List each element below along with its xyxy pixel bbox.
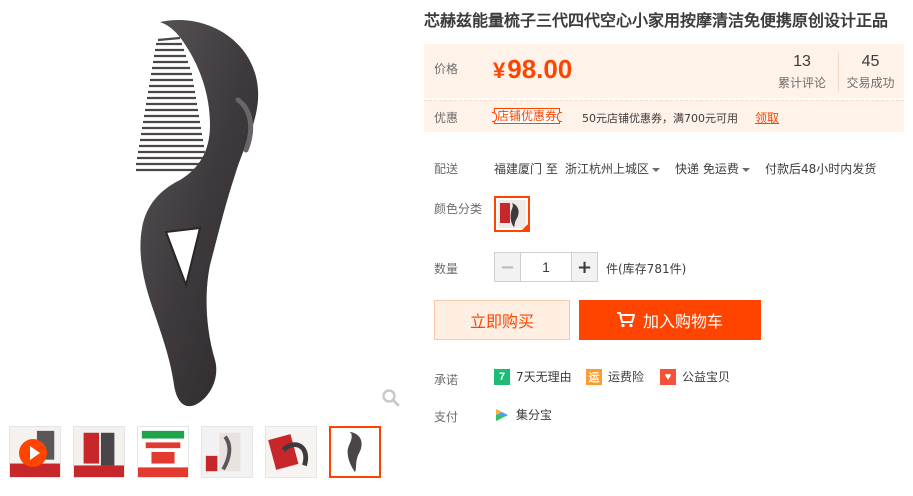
thumbnail-3[interactable] (137, 426, 189, 478)
price-value: ¥98.00 (493, 49, 572, 91)
payment-method[interactable]: 集分宝 (494, 406, 552, 423)
thumbnail-video[interactable] (9, 426, 61, 478)
add-to-cart-label: 加入购物车 (642, 312, 723, 331)
product-details: 芯赫兹能量梳子三代四代空心小家用按摩清洁免便携原创设计正品 价格 ¥98.00 … (424, 0, 904, 424)
payment-method-text: 集分宝 (516, 408, 553, 422)
main-product-image[interactable] (10, 0, 410, 418)
color-label: 颜色分类 (434, 202, 483, 216)
buy-now-button[interactable]: 立即购买 (434, 300, 570, 340)
stock-text: 件(库存781件) (606, 262, 687, 276)
reviews-stat[interactable]: 13 累计评论 (770, 52, 834, 92)
coupon-row: 优惠 店铺优惠券 50元店铺优惠券，满700元可用 领取 (424, 100, 904, 132)
shopping-cart-icon (616, 312, 635, 328)
shipping-row: 配送 福建厦门 至 浙江杭州上城区 快递 免运费 付款后48小时内发货 (424, 158, 904, 178)
coupon-tag[interactable]: 店铺优惠券 (491, 108, 563, 124)
promise-row: 承诺 7 7天无理由 运 运费险 ♥ 公益宝贝 (424, 368, 904, 390)
chevron-down-icon (652, 167, 661, 172)
promise-seven-day[interactable]: 7 7天无理由 (494, 368, 572, 385)
coupon-text: 50元店铺优惠券，满700元可用 (582, 112, 738, 125)
deals-count: 45 (861, 53, 880, 70)
shipping-insurance-icon: 运 (586, 368, 602, 385)
destination-selector[interactable]: 浙江杭州上城区 (565, 160, 661, 177)
quantity-stepper: − + (494, 252, 598, 282)
jifenbao-icon (496, 408, 508, 421)
color-row: 颜色分类 (424, 196, 904, 236)
payment-label: 支付 (434, 410, 459, 424)
promise-text: 公益宝贝 (682, 370, 731, 384)
claim-coupon-link[interactable]: 领取 (755, 109, 779, 126)
promise-label: 承诺 (434, 373, 459, 387)
color-swatch-selected[interactable] (494, 196, 530, 232)
selected-check-icon (520, 222, 530, 232)
payment-row: 支付 集分宝 (424, 404, 904, 426)
promise-text: 7天无理由 (516, 370, 572, 384)
thumbnail-5[interactable] (265, 426, 317, 478)
dispatch-promise: 付款后48小时内发货 (765, 162, 877, 176)
increase-quantity-button[interactable]: + (571, 253, 597, 281)
play-icon[interactable] (19, 439, 47, 467)
zoom-icon[interactable] (381, 388, 401, 408)
reviews-count: 13 (793, 53, 811, 70)
decrease-quantity-button[interactable]: − (495, 253, 521, 281)
thumbnail-2[interactable] (73, 426, 125, 478)
shipping-method-text: 快递 免运费 (675, 162, 739, 176)
promise-charity[interactable]: ♥ 公益宝贝 (660, 368, 730, 385)
thumbnail-6-selected[interactable] (329, 426, 381, 478)
product-title: 芯赫兹能量梳子三代四代空心小家用按摩清洁免便携原创设计正品 (424, 11, 889, 30)
thumbnail-strip (9, 426, 381, 478)
seven-day-icon: 7 (494, 368, 510, 385)
quantity-row: 数量 − + 件(库存781件) (424, 252, 904, 282)
chevron-down-icon (741, 167, 750, 172)
add-to-cart-button[interactable]: 加入购物车 (579, 300, 761, 340)
shipping-origin: 福建厦门 至 (494, 162, 558, 176)
quantity-input[interactable] (521, 253, 571, 281)
price-label: 价格 (434, 62, 459, 76)
reviews-label: 累计评论 (777, 76, 826, 90)
charity-icon: ♥ (660, 368, 676, 385)
destination-text: 浙江杭州上城区 (565, 162, 650, 176)
coupon-label: 优惠 (434, 111, 459, 125)
deals-stat: 45 交易成功 (838, 52, 902, 92)
promise-shipping-insurance[interactable]: 运 运费险 (586, 368, 644, 385)
shipping-label: 配送 (434, 162, 459, 176)
shipping-method-selector[interactable]: 快递 免运费 (675, 160, 750, 177)
price-panel: 价格 ¥98.00 13 累计评论 45 交易成功 (424, 44, 904, 98)
quantity-label: 数量 (434, 262, 459, 276)
deals-label: 交易成功 (846, 76, 895, 90)
thumbnail-4[interactable] (201, 426, 253, 478)
price-amount: 98.00 (507, 54, 573, 84)
promise-text: 运费险 (608, 370, 645, 384)
currency-symbol: ¥ (493, 58, 506, 83)
